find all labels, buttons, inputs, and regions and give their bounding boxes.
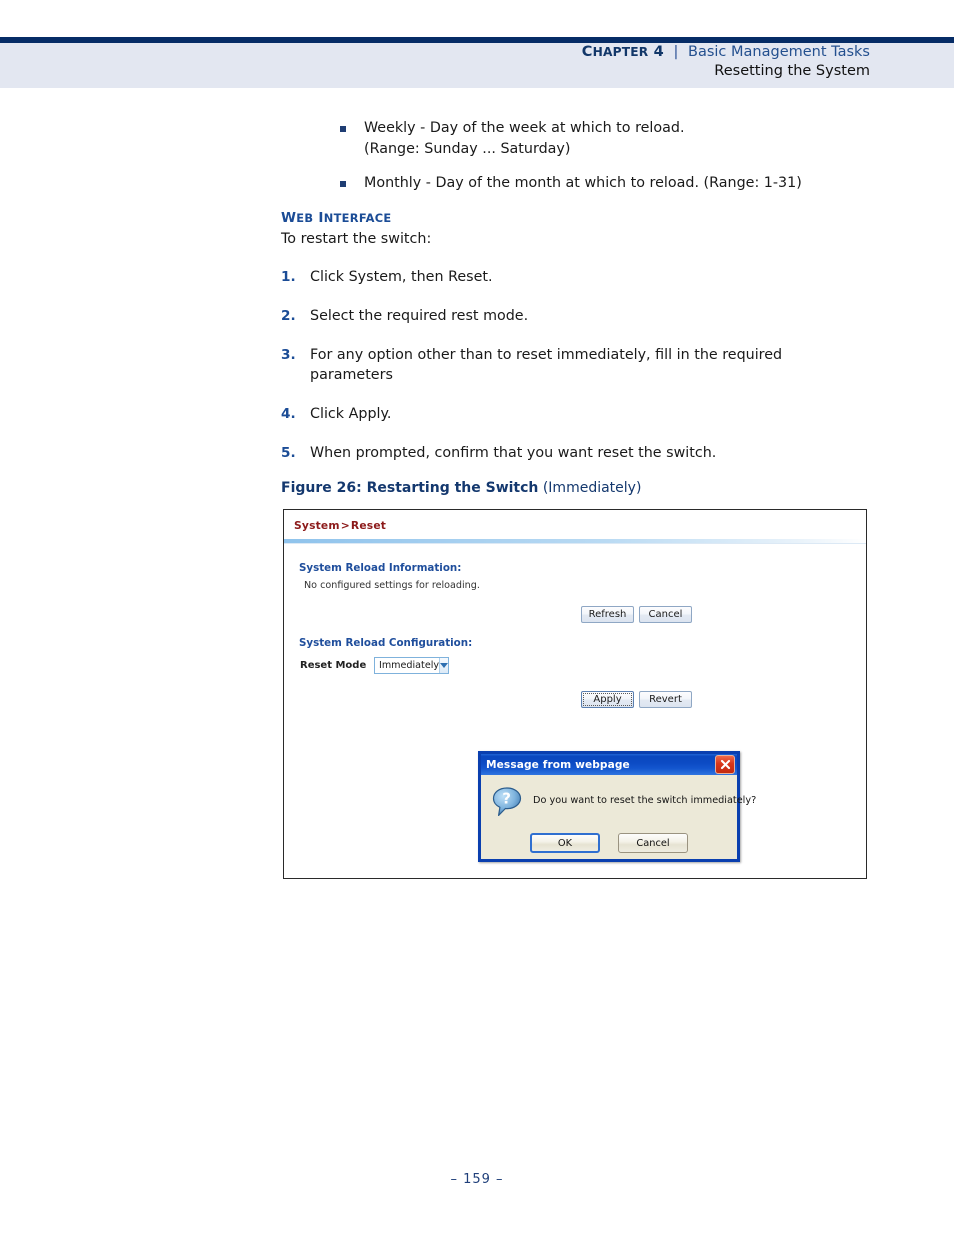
reset-mode-label: Reset Mode	[300, 660, 367, 671]
running-head-chapter: CHAPTER 4 | Basic Management Tasks	[582, 44, 870, 60]
chapter-label-smallcaps: HAPTER	[592, 45, 649, 59]
breadcrumb-divider-edge	[284, 543, 866, 544]
dialog-title: Message from webpage	[486, 758, 630, 771]
dialog-cancel-button[interactable]: Cancel	[618, 833, 688, 853]
list-item: Monthly - Day of the month at which to r…	[336, 173, 876, 194]
svg-text:?: ?	[502, 790, 511, 808]
dialog-message: Do you want to reset the switch immediat…	[533, 795, 757, 806]
question-icon: ?	[491, 786, 523, 818]
refresh-button[interactable]: Refresh	[581, 606, 634, 623]
figure-caption-qualifier: (Immediately)	[542, 480, 642, 496]
step-text: Click System, then Reset.	[310, 269, 493, 285]
chapter-label-cap: C	[581, 44, 593, 60]
figure-caption-title: Figure 26: Restarting the Switch	[281, 480, 539, 496]
cancel-button-label: Cancel	[648, 609, 683, 620]
dialog-ok-label: OK	[557, 837, 573, 849]
revert-button-label: Revert	[649, 694, 682, 705]
system-reload-configuration-title: System Reload Configuration:	[299, 637, 473, 649]
page-number: – 159 –	[450, 1172, 504, 1187]
heading-smallcaps-eb: EB	[296, 211, 314, 225]
chevron-down-icon[interactable]	[439, 658, 449, 673]
reset-mode-select[interactable]: Immediately	[374, 657, 449, 674]
apply-button[interactable]: Apply	[581, 691, 634, 708]
refresh-button-label: Refresh	[588, 609, 627, 620]
step-text: For any option other than to reset immed…	[310, 347, 783, 383]
system-reload-information-title: System Reload Information:	[299, 562, 462, 574]
step-item: 5. When prompted, confirm that you want …	[281, 444, 851, 464]
list-item: Weekly - Day of the week at which to rel…	[336, 118, 876, 160]
message-dialog: Message from webpage ? Do you want to re…	[478, 751, 756, 862]
web-interface-heading: WEB INTERFACE	[281, 210, 391, 226]
step-text: Select the required rest mode.	[310, 308, 529, 324]
chapter-number: 4	[653, 44, 664, 60]
apply-button-label: Apply	[583, 693, 632, 706]
procedure-steps: 1. Click System, then Reset. 2. Select t…	[281, 268, 851, 483]
breadcrumb-leaf: Reset	[350, 519, 387, 532]
heading-cap-w: W	[281, 210, 297, 226]
dialog-body: ? Do you want to reset the switch immedi…	[481, 775, 756, 859]
instruction-lead-in: To restart the switch:	[281, 231, 432, 247]
step-item: 3. For any option other than to reset im…	[281, 346, 851, 385]
step-item: 2. Select the required rest mode.	[281, 307, 851, 327]
step-text: When prompted, confirm that you want res…	[310, 444, 717, 461]
close-icon[interactable]	[715, 755, 735, 774]
reload-options-list: Weekly - Day of the week at which to rel…	[336, 118, 876, 207]
step-item: 4. Click Apply.	[281, 405, 851, 425]
breadcrumb-separator: >	[340, 519, 350, 532]
dialog-ok-button[interactable]: OK	[530, 833, 600, 853]
revert-button[interactable]: Revert	[639, 691, 692, 708]
dialog-cancel-label: Cancel	[636, 837, 670, 849]
step-text: Click Apply.	[310, 405, 392, 422]
step-number: 5.	[281, 444, 296, 461]
step-number: 2.	[281, 308, 296, 324]
heading-smallcaps-nterface: NTERFACE	[323, 211, 392, 225]
step-number: 1.	[281, 269, 296, 285]
breadcrumb-root[interactable]: System	[294, 519, 340, 532]
figure-caption: Figure 26: Restarting the Switch (Immedi…	[281, 480, 641, 496]
dialog-button-row: OK Cancel	[481, 833, 737, 853]
step-number: 3.	[281, 347, 296, 363]
running-head-section: Resetting the System	[714, 63, 870, 79]
book-title: Basic Management Tasks	[688, 44, 870, 60]
dialog-title-bar[interactable]: Message from webpage	[481, 754, 737, 775]
step-number: 4.	[281, 405, 296, 422]
breadcrumb: System>Reset	[294, 519, 386, 532]
header-separator: |	[673, 44, 679, 60]
system-reload-information-note: No configured settings for reloading.	[304, 580, 480, 591]
reset-mode-value: Immediately	[379, 660, 440, 671]
cancel-button[interactable]: Cancel	[639, 606, 692, 623]
step-item: 1. Click System, then Reset.	[281, 268, 851, 288]
chapter-label: CHAPTER 4	[582, 44, 664, 60]
